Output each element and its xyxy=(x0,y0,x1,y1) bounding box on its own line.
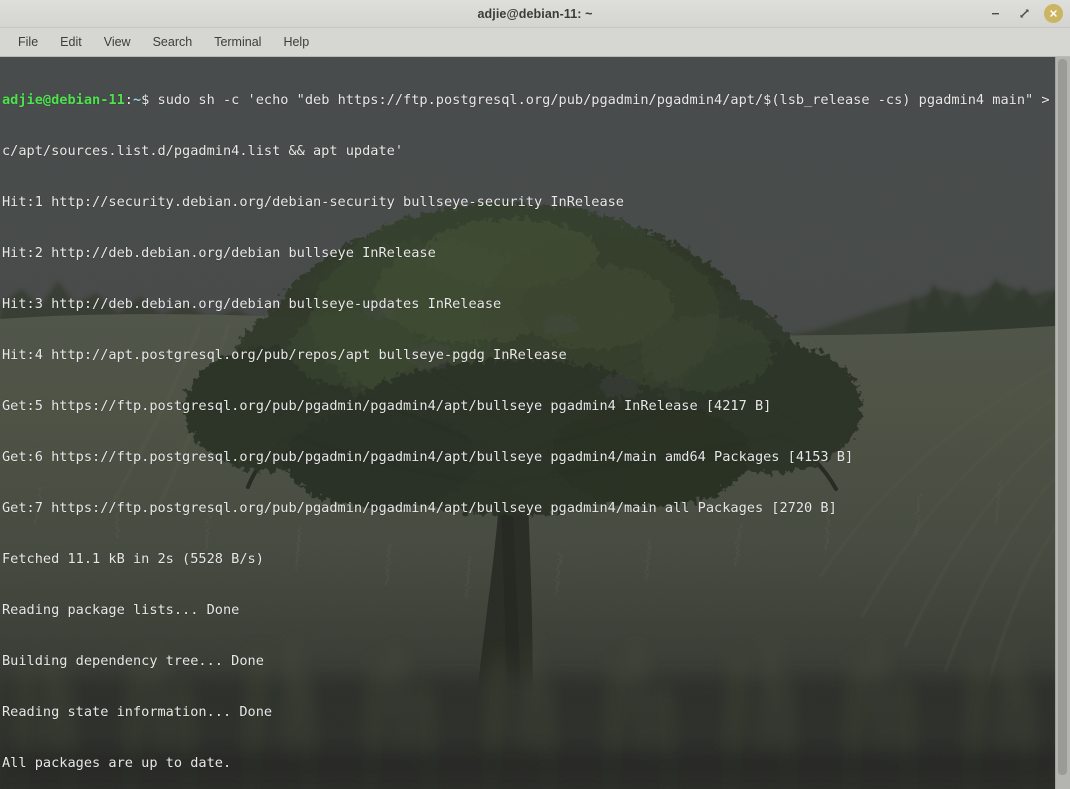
terminal-command-line: adjie@debian-11:~$ sudo sh -c 'echo "deb… xyxy=(2,92,1056,109)
terminal-output-line: Fetched 11.1 kB in 2s (5528 B/s) xyxy=(2,551,264,567)
window-controls xyxy=(986,0,1063,27)
scrollbar-thumb[interactable] xyxy=(1058,59,1067,775)
prompt-path: ~ xyxy=(132,92,142,108)
terminal-output-line: Hit:4 http://apt.postgresql.org/pub/repo… xyxy=(2,347,567,363)
menu-item-view[interactable]: View xyxy=(96,32,139,52)
vertical-scrollbar[interactable] xyxy=(1055,57,1070,789)
terminal-output-line: Hit:1 http://security.debian.org/debian-… xyxy=(2,194,624,210)
menu-bar: File Edit View Search Terminal Help xyxy=(0,28,1070,57)
prompt-user-host: adjie@debian-11 xyxy=(2,92,125,108)
terminal-screen[interactable]: adjie@debian-11:~$ sudo sh -c 'echo "deb… xyxy=(0,57,1056,789)
minimize-icon xyxy=(992,13,999,15)
terminal-command-wrap: c/apt/sources.list.d/pgadmin4.list && ap… xyxy=(2,143,404,159)
window-title: adjie@debian-11: ~ xyxy=(477,6,593,21)
terminal-body[interactable]: adjie@debian-11:~$ sudo sh -c 'echo "deb… xyxy=(0,57,1070,789)
terminal-output-line: Building dependency tree... Done xyxy=(2,653,264,669)
terminal-output-line: Reading package lists... Done xyxy=(2,602,240,618)
close-button[interactable] xyxy=(1044,4,1063,23)
terminal-window: adjie@debian-11: ~ File Edit View Search… xyxy=(0,0,1070,789)
terminal-output-line: Get:6 https://ftp.postgresql.org/pub/pga… xyxy=(2,449,854,465)
prompt-colon: : xyxy=(124,92,133,108)
terminal-output-line: Hit:2 http://deb.debian.org/debian bulls… xyxy=(2,245,436,261)
terminal-output-line: All packages are up to date. xyxy=(2,755,232,771)
terminal-output-line: Get:5 https://ftp.postgresql.org/pub/pga… xyxy=(2,398,772,414)
maximize-button[interactable] xyxy=(1015,4,1034,23)
terminal-output-line: Get:7 https://ftp.postgresql.org/pub/pga… xyxy=(2,500,837,516)
menu-item-file[interactable]: File xyxy=(10,32,46,52)
maximize-icon xyxy=(1020,9,1029,18)
menu-item-help[interactable]: Help xyxy=(275,32,317,52)
menu-item-edit[interactable]: Edit xyxy=(52,32,90,52)
terminal-output-line: Reading state information... Done xyxy=(2,704,273,720)
minimize-button[interactable] xyxy=(986,4,1005,23)
typed-command: sudo sh -c 'echo "deb https://ftp.postgr… xyxy=(149,92,1056,108)
window-titlebar[interactable]: adjie@debian-11: ~ xyxy=(0,0,1070,28)
terminal-output-line: Hit:3 http://deb.debian.org/debian bulls… xyxy=(2,296,502,312)
close-icon xyxy=(1050,10,1057,17)
menu-item-terminal[interactable]: Terminal xyxy=(206,32,269,52)
menu-item-search[interactable]: Search xyxy=(145,32,201,52)
